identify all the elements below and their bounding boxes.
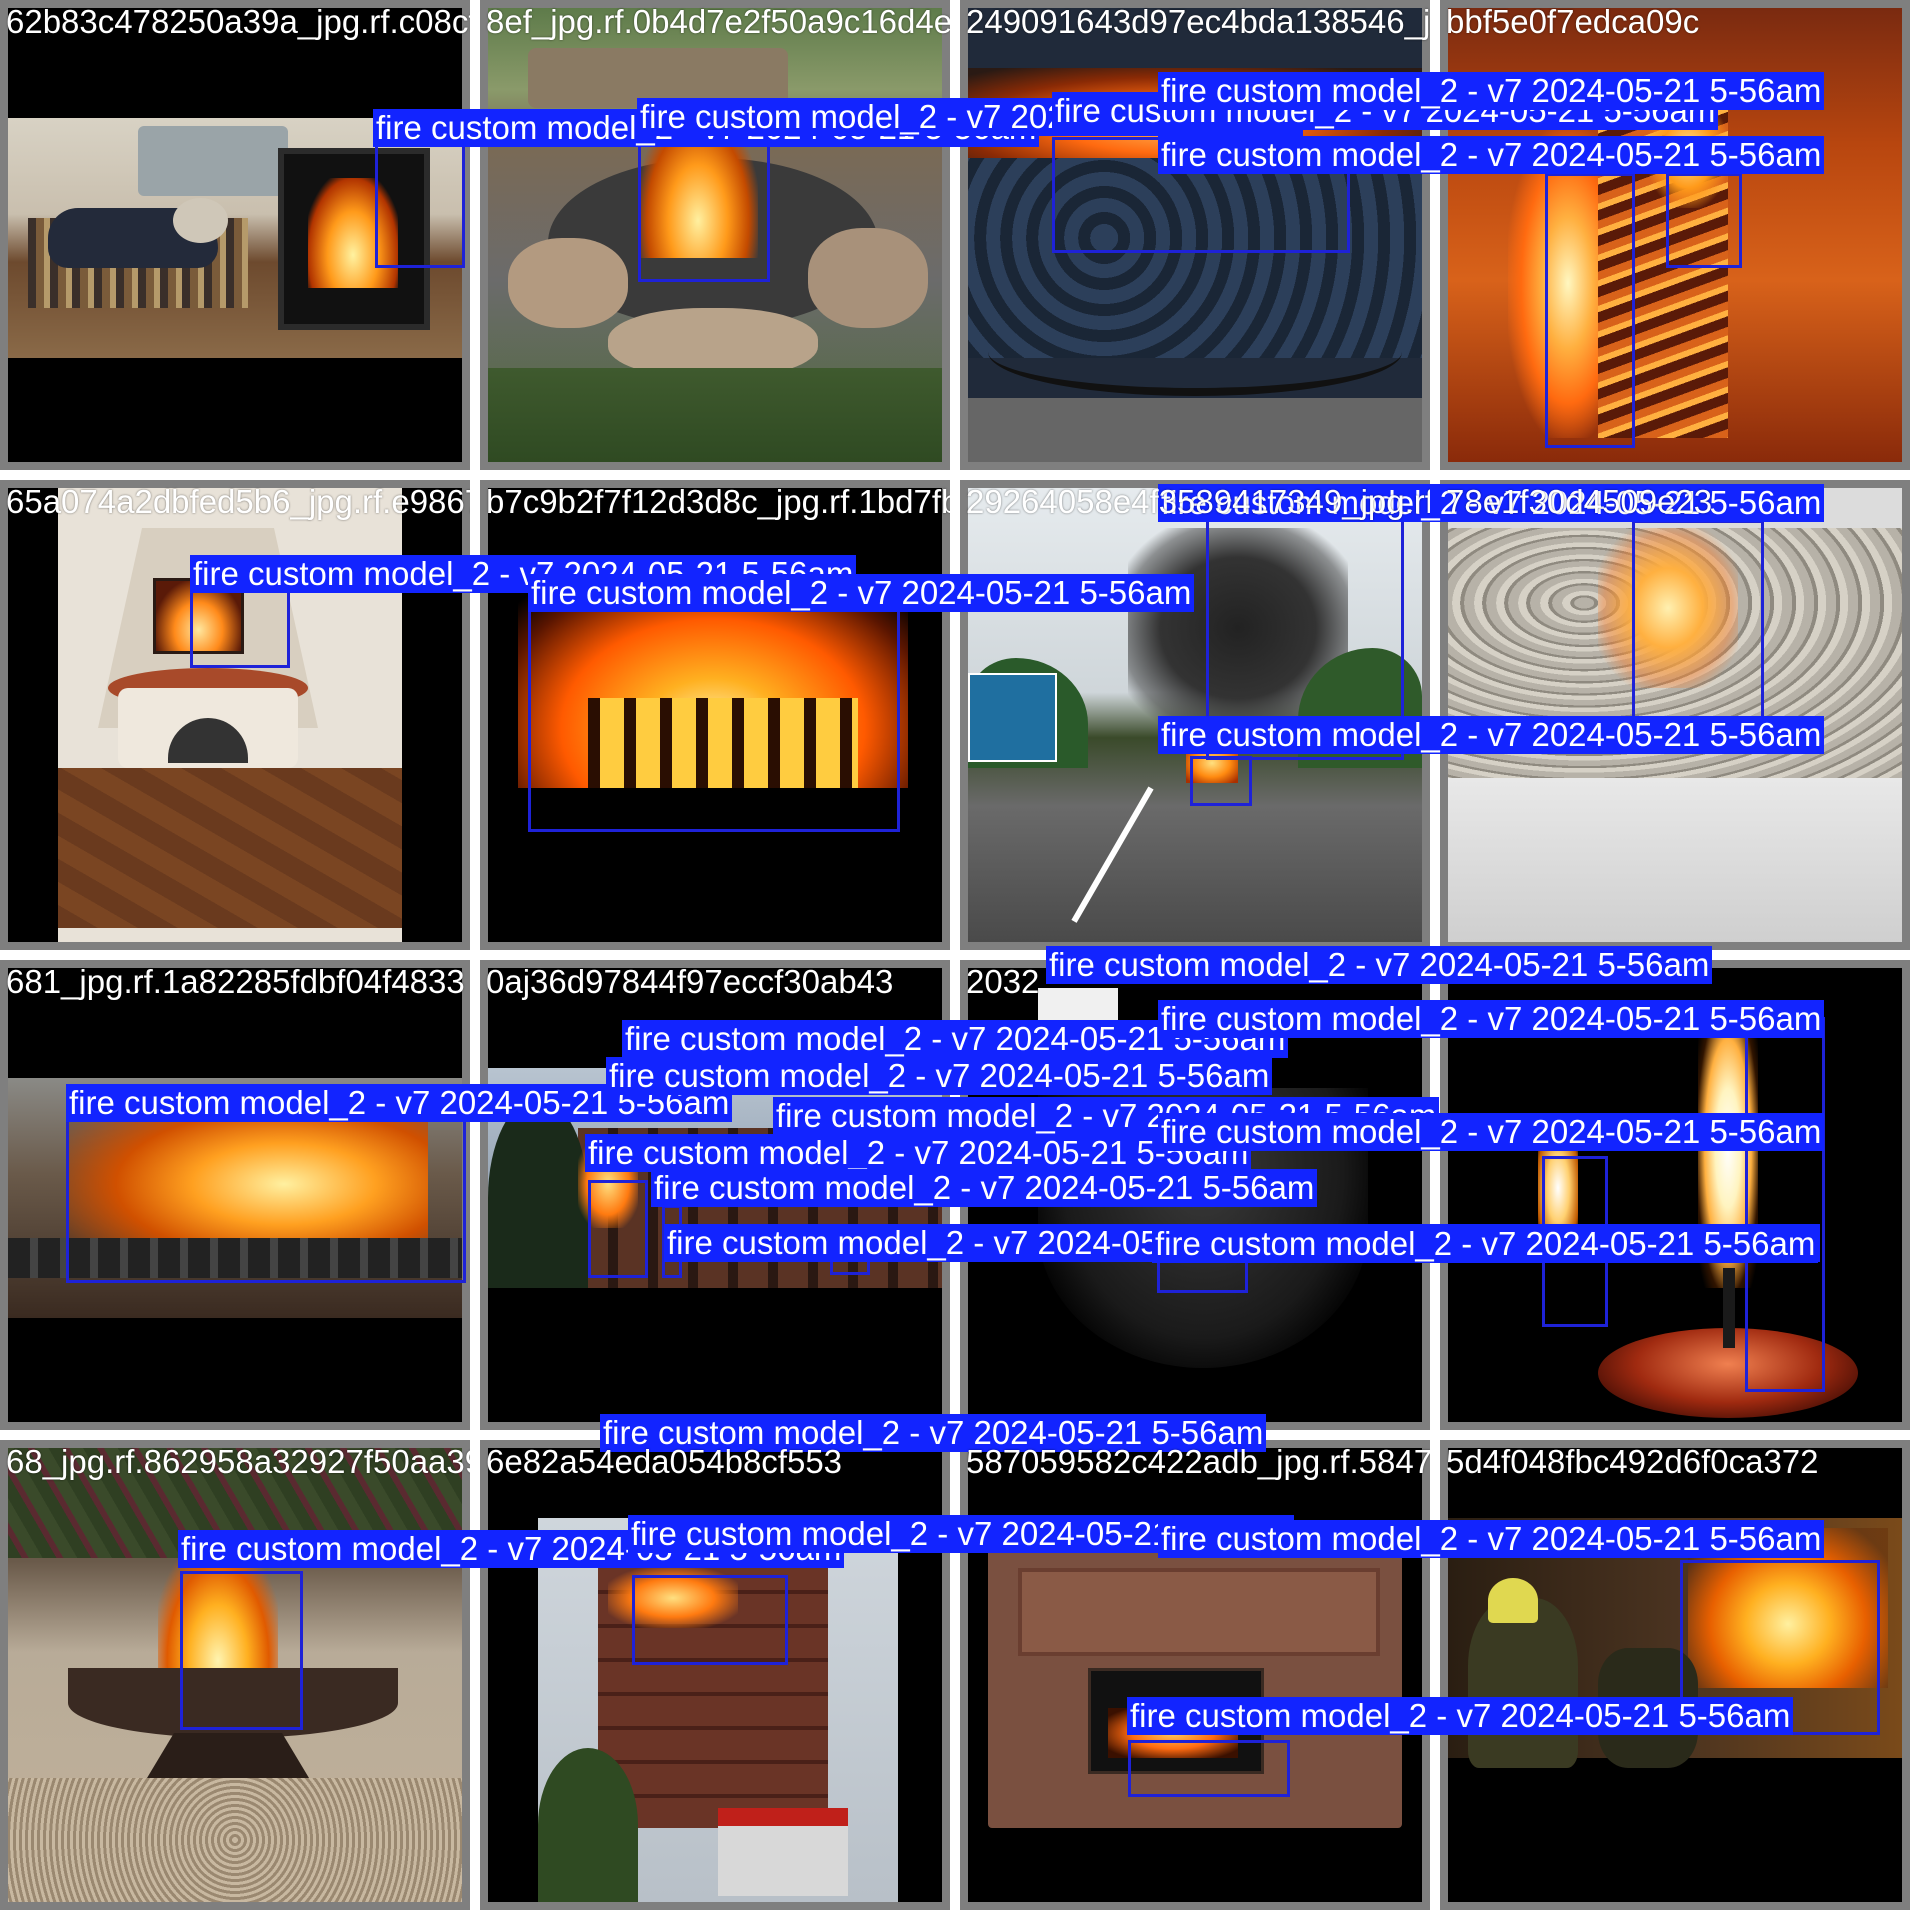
tile-photo — [488, 488, 942, 942]
mosaic-tile: 6e82a54eda054b8cf553 — [480, 1440, 950, 1910]
tile-filename: 681_jpg.rf.1a82285fdbf04f4833 — [6, 963, 465, 1000]
burning-village-ruins-image — [8, 968, 462, 1422]
mosaic-tile: 587059582c422adb_jpg.rf.5847 — [960, 1440, 1430, 1910]
metal-fire-bowl-gravel-image — [8, 1448, 462, 1902]
mosaic-tile — [1440, 960, 1910, 1430]
mosaic-tile: 249091643d97ec4bda138546_jpg.rf.b5d3f4e — [960, 0, 1430, 470]
tile-photo — [968, 8, 1422, 462]
tile-photo — [488, 1448, 942, 1902]
tile-photo — [1448, 968, 1902, 1422]
pebble-fire-table-image — [1448, 488, 1902, 942]
mosaic-tile: bbf5e0f7edca09c — [1440, 0, 1910, 470]
corner-kiva-fireplace-image — [8, 488, 462, 942]
tile-filename: 0aj36d97844f97eccf30ab43 — [486, 963, 894, 1000]
tile-photo — [1448, 8, 1902, 462]
tile-photo — [8, 1448, 462, 1902]
roaring-fireplace-closeup-image — [1448, 8, 1902, 462]
tile-filename: 8ef_jpg.rf.0b4d7e2f50a9c16d4e2b17f03cd4e… — [486, 3, 950, 40]
mosaic-tile: 29264058e4f3589417349_jpg.rf — [960, 480, 1430, 950]
living-room-fireplace-with-dog-image — [8, 8, 462, 462]
mosaic-tile: 62b83c478250a39a_jpg.rf.c08cfb4d02840b80… — [0, 0, 470, 470]
firefighters-interior-blaze-image — [1448, 1448, 1902, 1902]
mosaic-tile: 65a074a2dbfed5b6_jpg.rf.e9867962771248da… — [0, 480, 470, 950]
apartment-building-fire-image — [488, 968, 942, 1422]
mosaic-tile: 8ef_jpg.rf.0b4d7e2f50a9c16d4e2b17f03cd4e… — [480, 0, 950, 470]
tile-photo — [488, 8, 942, 462]
tile-filename: 249091643d97ec4bda138546_jpg.rf.b5d3f4e — [966, 3, 1430, 40]
tile-filename: 68_jpg.rf.862958a32927f50aa39 — [6, 1443, 470, 1480]
mosaic-tile: 0aj36d97844f97eccf30ab43 — [480, 960, 950, 1430]
backyard-fire-pit-with-rocks-image — [488, 8, 942, 462]
tile-photo — [1448, 488, 1902, 942]
tile-filename: 2032 — [966, 963, 1040, 1000]
tile-photo — [968, 1448, 1422, 1902]
tile-filename: 587059582c422adb_jpg.rf.5847 — [966, 1443, 1430, 1480]
detection-mosaic: 62b83c478250a39a_jpg.rf.c08cfb4d02840b80… — [0, 0, 1920, 1920]
tile-filename: 6e82a54eda054b8cf553 — [486, 1443, 843, 1480]
mosaic-tile: 681_jpg.rf.1a82285fdbf04f4833 — [0, 960, 470, 1430]
mosaic-tile: 2032 — [960, 960, 1430, 1430]
embers-in-brazier-image — [968, 8, 1422, 462]
tile-photo — [8, 8, 462, 462]
tile-photo — [8, 968, 462, 1422]
tile-photo — [1448, 1448, 1902, 1902]
candle-flames-dark-image — [1448, 968, 1902, 1422]
tile-filename: 62b83c478250a39a_jpg.rf.c08cfb4d02840b80… — [6, 3, 470, 40]
mosaic-tile: b7c9b2f7f12d3d8c_jpg.rf.1bd7fb0a3e8c5c8f… — [480, 480, 950, 950]
tile-photo — [8, 488, 462, 942]
tile-photo — [968, 968, 1422, 1422]
mosaic-tile: 5d4f048fbc492d6f0ca372 — [1440, 1440, 1910, 1910]
tile-filename: 65a074a2dbfed5b6_jpg.rf.e9867962771248da… — [6, 483, 470, 520]
tile-filename: bbf5e0f7edca09c — [1446, 3, 1700, 40]
tile-filename: 29264058e4f3589417349_jpg.rf — [966, 483, 1430, 520]
mosaic-tile: 68_jpg.rf.862958a32927f50aa39 — [0, 1440, 470, 1910]
kettle-grill-coals-image — [968, 968, 1422, 1422]
tile-photo — [488, 968, 942, 1422]
truck-fire-on-highway-image — [968, 488, 1422, 942]
brick-building-on-fire-firetruck-image — [488, 1448, 942, 1902]
tile-photo — [968, 488, 1422, 942]
house-engulfed-at-night-image — [488, 488, 942, 942]
mantel-electric-fireplace-image — [968, 1448, 1422, 1902]
tile-filename: 5d4f048fbc492d6f0ca372 — [1446, 1443, 1819, 1480]
tile-filename: 78e1f30d4509e23 — [1446, 483, 1713, 520]
tile-filename: b7c9b2f7f12d3d8c_jpg.rf.1bd7fb0a3e8c5c8f… — [486, 483, 950, 520]
mosaic-tile: 78e1f30d4509e23 — [1440, 480, 1910, 950]
